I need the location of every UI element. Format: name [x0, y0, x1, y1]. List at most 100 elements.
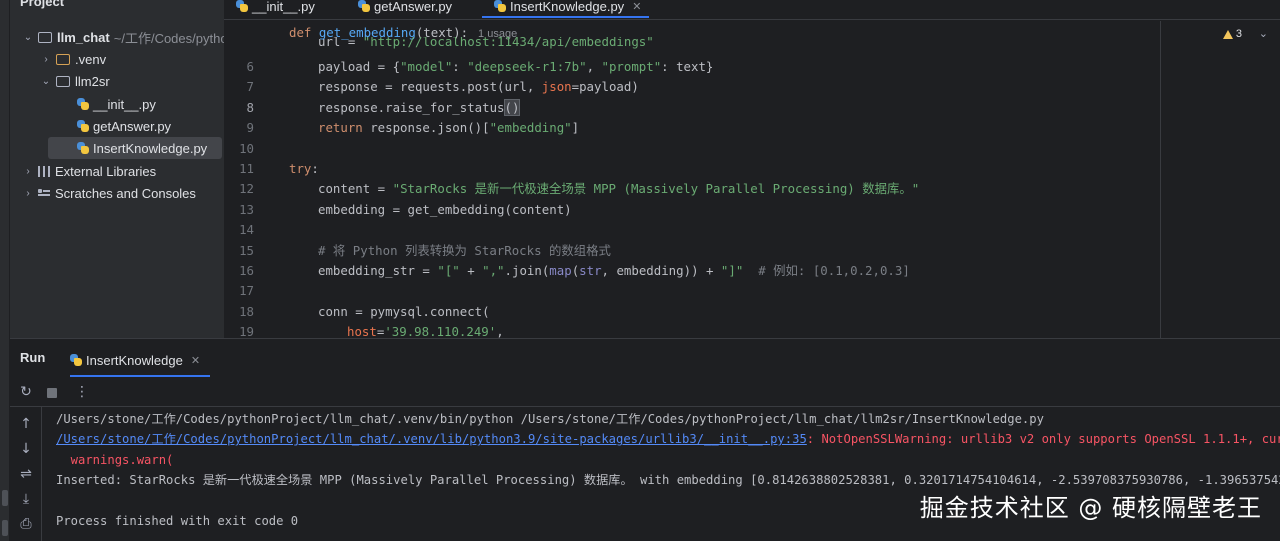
stop-icon[interactable] — [47, 388, 57, 398]
line-number: 7 — [246, 79, 254, 95]
console-side-toolbar: ↑ ↓ ⇌ ⤓ ⎙ — [10, 407, 42, 541]
code-line: response.raise_for_status() — [318, 98, 521, 116]
close-icon[interactable]: ✕ — [632, 0, 641, 13]
python-file-icon — [358, 0, 370, 12]
tab-label: getAnswer.py — [374, 0, 453, 14]
tool-window-button[interactable] — [2, 490, 8, 506]
tree-item-init-py[interactable]: __init__.py — [77, 93, 224, 115]
line-number: 6 — [246, 59, 254, 74]
line-number: 11 — [239, 161, 254, 176]
chevron-down-icon[interactable]: ⌄ — [1259, 27, 1268, 40]
code-line: content = "StarRocks 是新一代极速全场景 MPP (Mass… — [318, 181, 920, 197]
code-editor[interactable]: 3 ⌄ def get_embedding(text): 1 usage url … — [224, 21, 1280, 338]
rerun-icon[interactable]: ↻ — [18, 384, 34, 400]
tree-item-label: .venv — [75, 51, 107, 67]
tree-item-label: __init__.py — [93, 96, 156, 112]
line-number: 10 — [239, 140, 254, 156]
console-line-exit: Process finished with exit code 0 — [56, 514, 299, 528]
line-number: 9 — [246, 120, 254, 136]
console-file-link[interactable]: /Users/stone/工作/Codes/pythonProject/llm_… — [56, 432, 807, 446]
tree-item-label: llm_chat — [57, 29, 110, 45]
line-number: 17 — [239, 283, 254, 299]
tree-item-label: getAnswer.py — [93, 118, 172, 134]
tree-item-label: InsertKnowledge.py — [93, 140, 208, 156]
tree-item-label: llm2sr — [75, 73, 110, 89]
tree-item-scratches[interactable]: › Scratches and Consoles — [22, 182, 224, 204]
run-panel: Run InsertKnowledge ✕ ↻ ⋮ ↑ ↓ ⇌ ⤓ ⎙ /Use… — [10, 338, 1280, 541]
tree-item-label: Scratches and Consoles — [55, 185, 196, 201]
soft-wrap-icon[interactable]: ⇌ — [18, 466, 34, 482]
code-line: embedding_str = "[" + ",".join(map(str, … — [318, 263, 910, 278]
code-line: return response.json()["embedding"] — [318, 120, 580, 136]
tree-item-llm-chat[interactable]: ⌄ llm_chat ~/工作/Codes/pytho — [22, 26, 224, 48]
run-tab-label: InsertKnowledge — [86, 352, 183, 368]
console-warning-text: : NotOpenSSLWarning: urllib3 v2 only sup… — [806, 432, 1280, 447]
scroll-to-end-icon[interactable]: ⤓ — [18, 491, 34, 507]
chevron-right-icon[interactable]: › — [22, 166, 34, 177]
warnings-indicator[interactable]: 3 — [1222, 28, 1242, 40]
chevron-down-icon[interactable]: ⌄ — [40, 76, 52, 87]
python-file-icon — [77, 120, 89, 132]
python-file-icon — [70, 354, 82, 366]
folder-icon — [56, 75, 70, 87]
python-file-icon — [77, 98, 89, 110]
print-icon[interactable]: ⎙ — [18, 516, 34, 532]
code-line: url = "http://localhost:11434/api/embedd… — [318, 37, 654, 49]
code-line: try: — [289, 161, 319, 176]
tab-label: __init__.py — [252, 0, 315, 14]
project-panel: Project ⌄ llm_chat ~/工作/Codes/pytho › .v… — [10, 0, 224, 338]
code-line: payload = {"model": "deepseek-r1:7b", "p… — [318, 59, 714, 74]
tree-item-llm2sr[interactable]: ⌄ llm2sr — [40, 70, 224, 92]
line-number: 19 — [239, 324, 254, 338]
tab-getanswer-py[interactable]: getAnswer.py — [358, 0, 452, 18]
folder-icon — [56, 53, 70, 65]
line-number: 12 — [239, 181, 254, 197]
folder-icon — [38, 31, 52, 43]
tree-item-venv[interactable]: › .venv — [40, 48, 224, 70]
line-number: 15 — [239, 242, 254, 258]
arrow-up-icon[interactable]: ↑ — [18, 416, 34, 432]
chevron-right-icon[interactable]: › — [22, 188, 34, 199]
warnings-count: 3 — [1235, 28, 1242, 40]
right-margin-guide — [1160, 21, 1161, 338]
library-icon — [38, 165, 50, 177]
tab-insertknowledge-py[interactable]: InsertKnowledge.py ✕ — [482, 0, 650, 18]
python-file-icon — [77, 142, 89, 154]
console-line-warning: /Users/stone/工作/Codes/pythonProject/llm_… — [56, 429, 1280, 449]
code-line: embedding = get_embedding(content) — [318, 201, 572, 217]
watermark: 掘金技术社区 @ 硬核隔壁老王 — [919, 494, 1262, 522]
tool-window-button[interactable] — [2, 520, 8, 536]
tab-init-py[interactable]: __init__.py — [236, 0, 315, 18]
line-number: 8 — [246, 99, 254, 115]
editor-tabs: __init__.py getAnswer.py InsertKnowledge… — [224, 0, 1280, 20]
tool-window-strip — [0, 0, 10, 541]
chevron-right-icon[interactable]: › — [40, 54, 52, 65]
scratches-icon — [38, 188, 50, 199]
line-number: 18 — [239, 303, 254, 319]
run-tab-insertknowledge[interactable]: InsertKnowledge ✕ — [70, 343, 210, 377]
code-line: conn = pymysql.connect( — [318, 303, 490, 319]
run-toolbar: ↻ ⋮ — [10, 377, 1280, 407]
chevron-down-icon[interactable]: ⌄ — [22, 32, 34, 43]
tree-item-getanswer-py[interactable]: getAnswer.py — [77, 115, 224, 137]
python-file-icon — [236, 0, 248, 12]
tree-item-insertknowledge-py[interactable]: InsertKnowledge.py — [48, 137, 222, 159]
project-panel-title[interactable]: Project — [20, 0, 64, 14]
close-icon[interactable]: ✕ — [191, 354, 200, 367]
code-line: host='39.98.110.249', — [347, 324, 504, 338]
arrow-down-icon[interactable]: ↓ — [18, 441, 34, 457]
code-line: # 将 Python 列表转换为 StarRocks 的数组格式 — [318, 242, 611, 258]
tree-item-external-libraries[interactable]: › External Libraries — [22, 160, 224, 182]
more-options-icon[interactable]: ⋮ — [74, 384, 90, 400]
line-number: 14 — [239, 222, 254, 238]
line-number: 16 — [239, 263, 254, 278]
tab-label: InsertKnowledge.py — [510, 0, 625, 14]
python-file-icon — [494, 0, 506, 12]
console-line: /Users/stone/工作/Codes/pythonProject/llm_… — [56, 412, 1044, 426]
code-line: response = requests.post(url, json=paylo… — [318, 79, 639, 95]
run-panel-title[interactable]: Run — [20, 350, 45, 365]
tree-item-label: External Libraries — [55, 163, 157, 179]
line-number: 13 — [239, 201, 254, 217]
warning-icon — [1222, 29, 1233, 39]
console-line-warning: warnings.warn( — [56, 452, 174, 467]
